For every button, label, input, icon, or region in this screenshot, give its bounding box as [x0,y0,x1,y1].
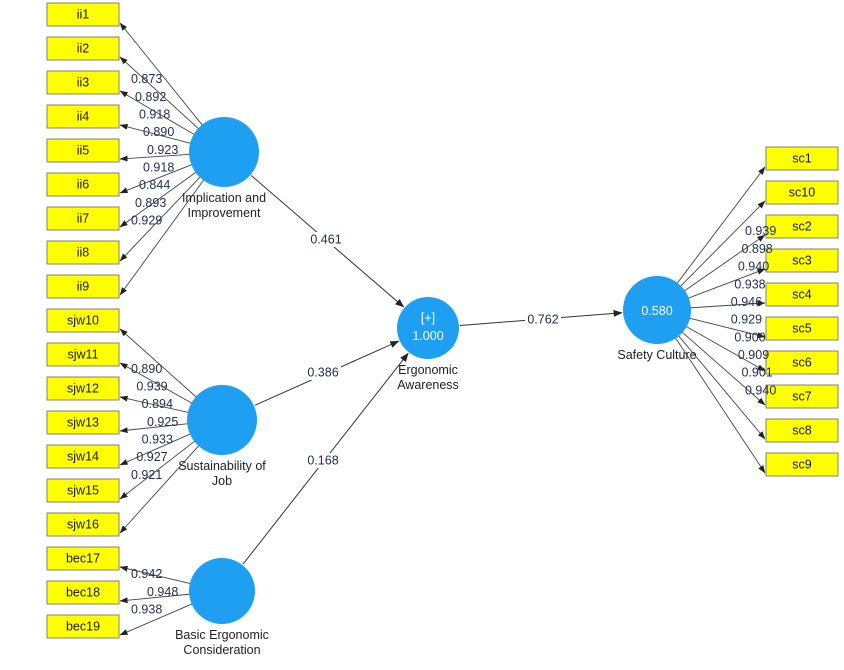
indicator-label: sjw10 [67,313,99,327]
outer-loading-label: 0.890 [143,125,174,139]
indicator-label: sc8 [792,423,812,437]
indicator-label: sjw16 [67,517,99,531]
indicator-label: bec17 [66,551,100,565]
latent-name: Awareness [397,378,459,392]
indicator-label: sc7 [792,389,812,403]
outer-loading-label: 0.918 [139,107,170,121]
latent-badge: [+] [421,311,435,325]
indicator-label: ii7 [77,211,90,225]
path-coefficient-label: 0.461 [310,232,341,246]
indicator-label: sc3 [792,253,812,267]
latent-value: 1.000 [412,329,443,343]
latent-circle [189,117,259,187]
latent-circle [397,297,459,359]
outer-loading-label: 0.939 [745,224,776,238]
outer-loading-label: 0.933 [142,432,173,446]
sem-path-diagram: ii1 ii2 ii3 ii4 ii5 ii6 ii7 ii8 ii9 sjw10 sjw11 sjw… [0,0,844,670]
outer-loading-label: 0.892 [135,90,166,104]
indicator-label: sc10 [789,185,815,199]
latent-variables: Implication andImprovement Sustainability… [175,117,697,657]
latent-name: Safety Culture [617,348,696,362]
latent-value: 0.580 [641,304,672,318]
indicator-label: sc5 [792,321,812,335]
latent-name: Improvement [188,206,261,220]
latent-name: Basic Ergonomic [175,628,269,642]
outer-loading-label: 0.940 [745,383,776,397]
outer-loading-label: 0.844 [139,178,170,192]
indicator-label: bec19 [66,619,100,633]
indicator-label: sc1 [792,151,812,165]
latent-circle [189,558,255,624]
latent-name: Consideration [183,643,260,657]
path-coefficient-label: 0.168 [307,453,338,467]
indicator-label: sc4 [792,287,812,301]
outer-loading-label: 0.940 [738,260,769,274]
latent-name: Job [212,474,232,488]
indicator-label: sjw14 [67,449,99,463]
indicator-label: sc6 [792,355,812,369]
outer-loading-label: 0.900 [734,330,765,344]
outer-loading-label: 0.946 [731,295,762,309]
indicator-label: ii6 [77,177,90,191]
indicator-label: sc2 [792,219,812,233]
outer-loading-label: 0.929 [731,313,762,327]
indicator-label: ii9 [77,279,90,293]
indicator-label: ii2 [77,41,90,55]
outer-loading-label: 0.939 [136,379,167,393]
path-coefficient-label: 0.386 [307,365,338,379]
indicator-label: sc9 [792,457,812,471]
indicator-label: bec18 [66,585,100,599]
indicator-label: ii8 [77,245,90,259]
outer-loading-label: 0.918 [143,160,174,174]
indicator-label: ii1 [77,7,90,21]
latent-name: Ergonomic [398,363,458,377]
indicator-label: sjw11 [67,347,98,361]
outer-loading-label: 0.927 [136,450,167,464]
outer-loading-label: 0.938 [734,277,765,291]
indicator-label: ii5 [77,143,90,157]
outer-loading-label: 0.909 [738,348,769,362]
outer-loading-label: 0.898 [741,242,772,256]
outer-loading-label: 0.921 [131,468,162,482]
latent-circle [187,385,257,455]
latent-name: Implication and [182,191,266,205]
outer-loading-label: 0.893 [135,196,166,210]
indicator-label: ii4 [77,109,90,123]
indicator-label: sjw12 [67,381,99,395]
outer-loading-label: 0.938 [131,602,162,616]
indicator-label: ii3 [77,75,90,89]
outer-loading-label: 0.923 [147,143,178,157]
outer-loading-label: 0.901 [741,366,772,380]
outer-loading-label: 0.942 [131,567,162,581]
path-coefficient-label: 0.762 [527,312,558,326]
outer-loading-label: 0.873 [131,72,162,86]
outer-loading-label: 0.890 [131,362,162,376]
latent-name: Sustainability of [178,459,266,473]
outer-loading-label: 0.925 [147,415,178,429]
indicator-label: sjw13 [67,415,99,429]
outer-loading-label: 0.948 [147,585,178,599]
outer-loading-label: 0.929 [131,214,162,228]
indicator-label: sjw15 [67,483,99,497]
outer-loading-label: 0.894 [142,397,173,411]
